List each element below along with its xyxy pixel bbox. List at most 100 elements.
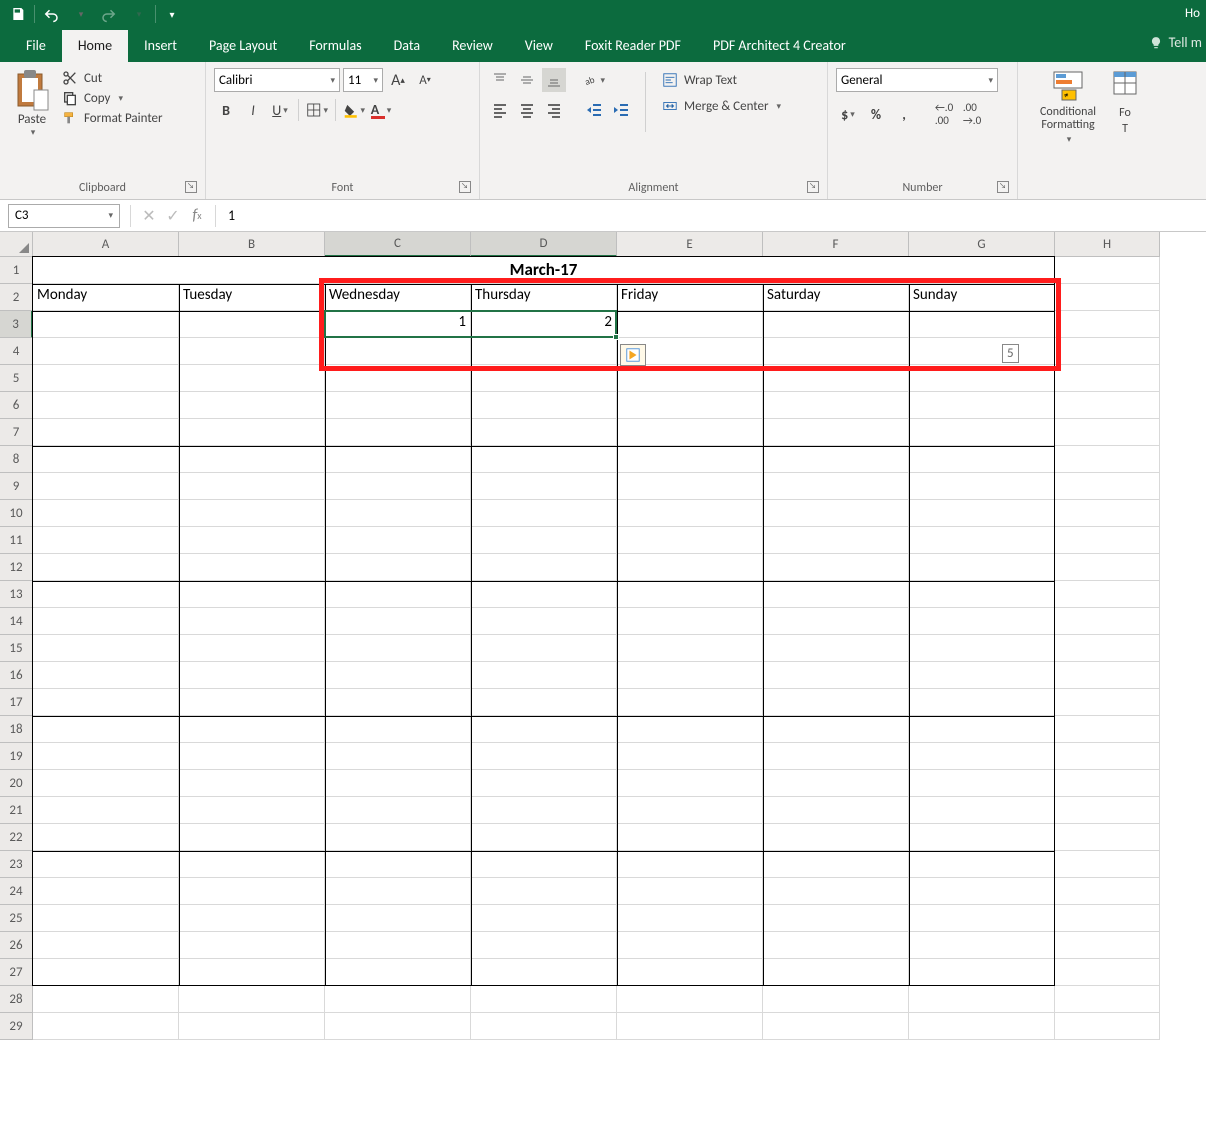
cell-A11[interactable] bbox=[33, 527, 179, 554]
cell-A2[interactable]: Monday bbox=[33, 284, 179, 311]
cell-C5[interactable] bbox=[325, 365, 471, 392]
tab-view[interactable]: View bbox=[509, 30, 569, 62]
cell-H17[interactable] bbox=[1055, 689, 1160, 716]
conditional-formatting-button[interactable]: ≠ Conditional Formatting▾ bbox=[1026, 68, 1110, 145]
cell-B22[interactable] bbox=[179, 824, 325, 851]
font-color-button[interactable]: A▾ bbox=[369, 98, 393, 122]
cell-A10[interactable] bbox=[33, 500, 179, 527]
cell-H24[interactable] bbox=[1055, 878, 1160, 905]
fx-icon[interactable]: fx bbox=[185, 204, 209, 228]
cell-E5[interactable] bbox=[617, 365, 763, 392]
tab-data[interactable]: Data bbox=[378, 30, 436, 62]
column-header-A[interactable]: A bbox=[33, 232, 179, 257]
row-header-15[interactable]: 15 bbox=[0, 635, 33, 662]
cell-G27[interactable] bbox=[909, 959, 1055, 986]
cell-H14[interactable] bbox=[1055, 608, 1160, 635]
row-header-21[interactable]: 21 bbox=[0, 797, 33, 824]
cell-A17[interactable] bbox=[33, 689, 179, 716]
cell-F24[interactable] bbox=[763, 878, 909, 905]
row-header-29[interactable]: 29 bbox=[0, 1013, 33, 1040]
cell-B15[interactable] bbox=[179, 635, 325, 662]
tab-review[interactable]: Review bbox=[436, 30, 509, 62]
name-box[interactable]: C3 ▾ bbox=[8, 204, 120, 228]
cell-A5[interactable] bbox=[33, 365, 179, 392]
cell-H25[interactable] bbox=[1055, 905, 1160, 932]
cancel-formula-icon[interactable]: ✕ bbox=[137, 204, 161, 228]
cell-G2[interactable]: Sunday bbox=[909, 284, 1055, 311]
cell-A20[interactable] bbox=[33, 770, 179, 797]
cell-G19[interactable] bbox=[909, 743, 1055, 770]
format-as-table-button[interactable]: Fo T bbox=[1112, 68, 1138, 136]
cell-F28[interactable] bbox=[763, 986, 909, 1013]
row-header-23[interactable]: 23 bbox=[0, 851, 33, 878]
cell-D15[interactable] bbox=[471, 635, 617, 662]
decrease-decimal-button[interactable]: .00→.0 bbox=[960, 102, 984, 126]
cell-F19[interactable] bbox=[763, 743, 909, 770]
column-header-E[interactable]: E bbox=[617, 232, 763, 257]
column-header-D[interactable]: D bbox=[471, 232, 617, 257]
cell-D21[interactable] bbox=[471, 797, 617, 824]
cell-C6[interactable] bbox=[325, 392, 471, 419]
cell-G14[interactable] bbox=[909, 608, 1055, 635]
cell-H16[interactable] bbox=[1055, 662, 1160, 689]
increase-decimal-button[interactable]: ←.0.00 bbox=[932, 102, 956, 126]
cell-H15[interactable] bbox=[1055, 635, 1160, 662]
cell-B23[interactable] bbox=[179, 851, 325, 878]
cell-E8[interactable] bbox=[617, 446, 763, 473]
cell-G3[interactable] bbox=[909, 311, 1055, 338]
cell-G23[interactable] bbox=[909, 851, 1055, 878]
cell-C8[interactable] bbox=[325, 446, 471, 473]
cell-F12[interactable] bbox=[763, 554, 909, 581]
row-header-7[interactable]: 7 bbox=[0, 419, 33, 446]
cell-C19[interactable] bbox=[325, 743, 471, 770]
row-header-8[interactable]: 8 bbox=[0, 446, 33, 473]
cell-H23[interactable] bbox=[1055, 851, 1160, 878]
orientation-button[interactable]: ab▾ bbox=[582, 68, 606, 92]
row-header-22[interactable]: 22 bbox=[0, 824, 33, 851]
cell-C13[interactable] bbox=[325, 581, 471, 608]
cell-C9[interactable] bbox=[325, 473, 471, 500]
cell-A27[interactable] bbox=[33, 959, 179, 986]
row-header-19[interactable]: 19 bbox=[0, 743, 33, 770]
cell-G10[interactable] bbox=[909, 500, 1055, 527]
cell-G21[interactable] bbox=[909, 797, 1055, 824]
cell-G5[interactable] bbox=[909, 365, 1055, 392]
cell-G24[interactable] bbox=[909, 878, 1055, 905]
cell-E22[interactable] bbox=[617, 824, 763, 851]
cell-F14[interactable] bbox=[763, 608, 909, 635]
row-header-17[interactable]: 17 bbox=[0, 689, 33, 716]
cell-E11[interactable] bbox=[617, 527, 763, 554]
cell-B6[interactable] bbox=[179, 392, 325, 419]
cell-F27[interactable] bbox=[763, 959, 909, 986]
cell-A29[interactable] bbox=[33, 1013, 179, 1040]
cell-H8[interactable] bbox=[1055, 446, 1160, 473]
cell-D23[interactable] bbox=[471, 851, 617, 878]
cell-E14[interactable] bbox=[617, 608, 763, 635]
cell-C12[interactable] bbox=[325, 554, 471, 581]
cell-F10[interactable] bbox=[763, 500, 909, 527]
cut-button[interactable]: Cut bbox=[62, 70, 163, 86]
comma-button[interactable]: , bbox=[892, 102, 916, 126]
cell-F16[interactable] bbox=[763, 662, 909, 689]
cell-A12[interactable] bbox=[33, 554, 179, 581]
row-header-13[interactable]: 13 bbox=[0, 581, 33, 608]
clipboard-launcher[interactable] bbox=[185, 181, 197, 193]
copy-button[interactable]: Copy▾ bbox=[62, 90, 163, 106]
cell-G15[interactable] bbox=[909, 635, 1055, 662]
cell-H29[interactable] bbox=[1055, 1013, 1160, 1040]
cell-F17[interactable] bbox=[763, 689, 909, 716]
cell-E12[interactable] bbox=[617, 554, 763, 581]
row-header-27[interactable]: 27 bbox=[0, 959, 33, 986]
row-header-10[interactable]: 10 bbox=[0, 500, 33, 527]
wrap-text-button[interactable]: Wrap Text bbox=[658, 70, 785, 90]
cell-B18[interactable] bbox=[179, 716, 325, 743]
cell-C7[interactable] bbox=[325, 419, 471, 446]
cell-A28[interactable] bbox=[33, 986, 179, 1013]
cell-C24[interactable] bbox=[325, 878, 471, 905]
cell-D20[interactable] bbox=[471, 770, 617, 797]
row-header-6[interactable]: 6 bbox=[0, 392, 33, 419]
cell-D19[interactable] bbox=[471, 743, 617, 770]
align-top-button[interactable] bbox=[488, 68, 512, 92]
cell-F3[interactable] bbox=[763, 311, 909, 338]
merge-center-button[interactable]: Merge & Center▾ bbox=[658, 96, 785, 116]
